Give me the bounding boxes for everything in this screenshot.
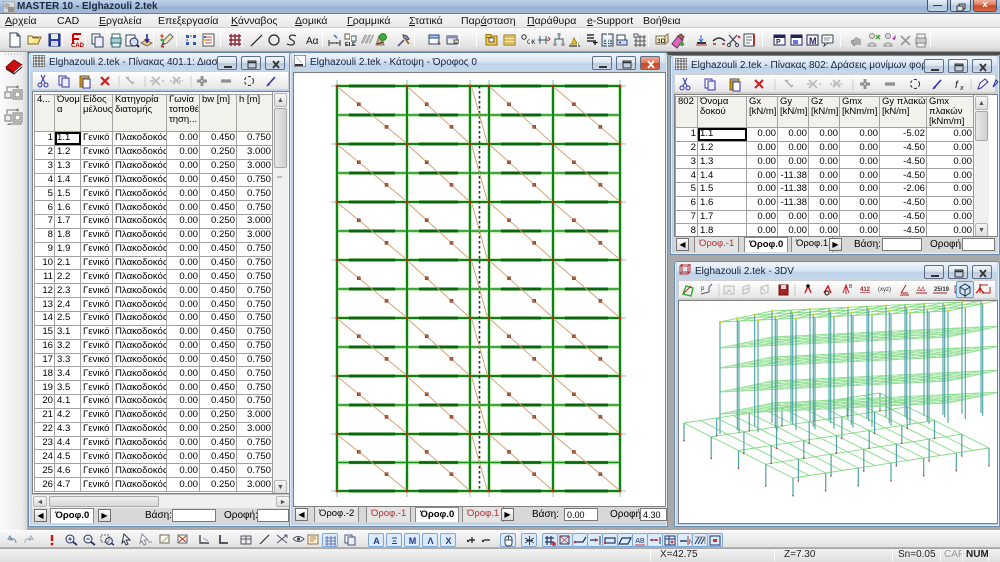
svg-text:P: P [776,39,781,46]
svg-text:M: M [409,536,417,546]
svg-text:Ξ: Ξ [392,536,398,546]
svg-text:412: 412 [860,287,871,293]
svg-text:A: A [373,536,380,546]
svg-text:3D: 3D [657,38,666,45]
svg-text:(xyz): (xyz) [878,287,891,293]
svg-text:M: M [809,36,817,46]
svg-text:25/19: 25/19 [934,287,950,293]
svg-text:B: B [849,284,853,290]
svg-text:X: X [445,536,451,546]
svg-text:Aα: Aα [306,36,319,47]
svg-text:p: p [701,286,705,292]
svg-text:x: x [959,85,964,92]
svg-text:f: f [955,80,959,91]
svg-text:AB: AB [635,538,645,545]
svg-text:ΔΔ: ΔΔ [917,287,925,293]
svg-text:CAD: CAD [71,43,85,49]
svg-text:Λ: Λ [427,536,433,546]
